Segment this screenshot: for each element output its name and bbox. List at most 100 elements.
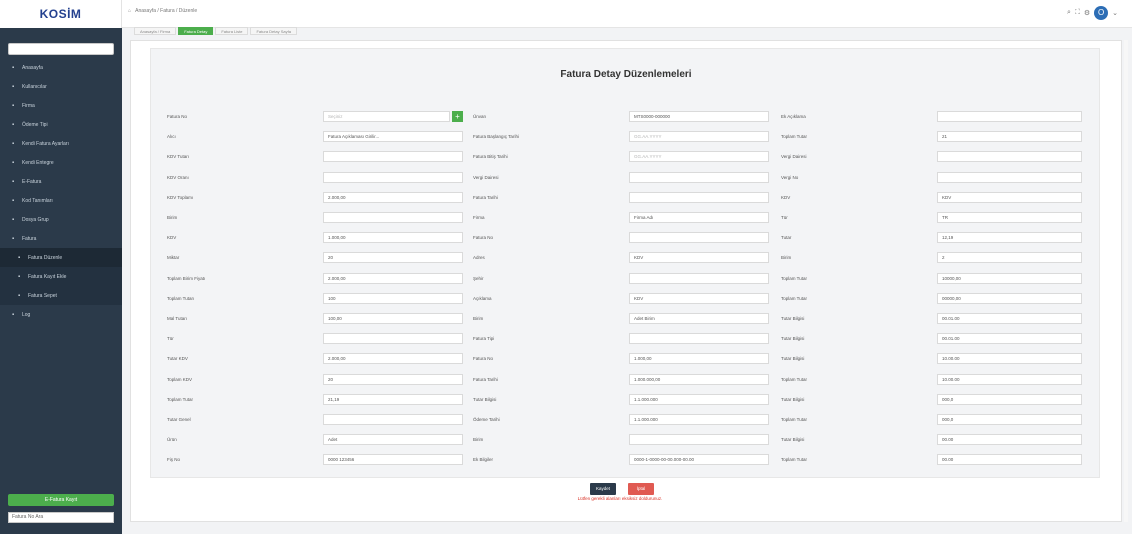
field-label: Miktar [167, 255, 180, 261]
form-input[interactable]: 10.00.00 [937, 353, 1082, 365]
form-input[interactable]: MTS0000-000000 [629, 111, 769, 122]
form-input[interactable]: 10.00.00 [937, 373, 1082, 385]
tab[interactable]: Fatura Detay [178, 27, 214, 35]
form-input[interactable]: 1.1.000.000 [629, 393, 769, 405]
sidebar-item[interactable]: ▪ Kullanıcılar [0, 77, 122, 96]
chevron-down-icon[interactable]: ⌄ [1112, 9, 1118, 17]
warning-text: Lütfen gerekli alanları eksiksiz dolduru… [577, 496, 663, 501]
cancel-button[interactable]: İptal [628, 483, 654, 495]
tab[interactable]: Anasayfa / Firma [134, 27, 177, 35]
form-input[interactable]: 1.000.000,00 [629, 373, 769, 385]
form-input[interactable]: Fatura Açıklaması Girilir... [323, 131, 463, 143]
sidebar-item[interactable]: ▪ Kod Tanımları [0, 191, 122, 210]
sidebar-bottom-input[interactable]: Fatura No Ara [8, 512, 114, 523]
sidebar-item[interactable]: ▪ E-Fatura [0, 172, 122, 191]
sidebar-item[interactable]: ▪ Fatura [0, 229, 122, 248]
form-input[interactable]: 0000 123456 [323, 454, 463, 466]
form-input[interactable]: Adet [323, 434, 463, 446]
form-input[interactable] [629, 191, 769, 203]
fullscreen-icon[interactable]: ⛶ [1075, 9, 1080, 17]
tab[interactable]: Fatura Liste [215, 27, 249, 35]
form-input[interactable]: 2 [937, 252, 1082, 264]
home-icon[interactable]: ⌂ [128, 8, 131, 14]
form-input[interactable]: KDV [629, 292, 769, 304]
form-input[interactable]: 100,00 [323, 313, 463, 324]
form-input[interactable]: 0000-1-0000-00-00.000-00.00 [629, 454, 769, 466]
form-input[interactable]: Firma Adı [629, 212, 769, 223]
form-input[interactable]: Seçiniz [323, 111, 450, 122]
form-input[interactable] [629, 434, 769, 446]
field-label: Toplam Birim Fiyatı [167, 275, 206, 281]
form-input[interactable] [323, 414, 463, 425]
tab[interactable]: Fatura Detay Sayfa [250, 27, 297, 35]
sidebar-item[interactable]: ▪ Log [0, 305, 122, 324]
form-input[interactable] [937, 171, 1082, 183]
sidebar-item[interactable]: ▪ Fatura Düzenle [0, 248, 122, 267]
form-input[interactable] [629, 171, 769, 183]
form-input[interactable]: TR [937, 212, 1082, 223]
form-input[interactable]: 00.01.00 [937, 313, 1082, 324]
save-button[interactable]: Kaydet [590, 483, 616, 495]
field-label: KDV Oranı [167, 174, 189, 180]
sidebar-item[interactable]: ▪ Firma [0, 96, 122, 115]
form-input[interactable] [629, 232, 769, 244]
field-label: Ürün [167, 437, 177, 443]
form-input[interactable]: 00000,00 [937, 292, 1082, 304]
sidebar-item[interactable]: ▪ Ödeme Tipi [0, 115, 122, 134]
field-label: Tutar [781, 235, 792, 241]
form-input[interactable] [937, 151, 1082, 163]
search-icon[interactable]: ⌕ [1067, 9, 1071, 17]
form-input[interactable]: 2.000,00 [323, 353, 463, 365]
sidebar-item-label: Ödeme Tipi [22, 121, 48, 128]
sidebar-item[interactable]: ▪ Fatura Sepet [0, 286, 122, 305]
form-input[interactable] [323, 333, 463, 345]
sidebar-item[interactable]: ▪ Fatura Kayıt Ekle [0, 267, 122, 286]
menu-icon: ▪ [12, 235, 15, 242]
form-input[interactable]: 00.01.00 [937, 333, 1082, 345]
sidebar-item[interactable]: ▪ Kendi Fatura Ayarları [0, 134, 122, 153]
form-input[interactable]: 1.000,00 [323, 232, 463, 244]
form-input[interactable]: 2.000,00 [323, 191, 463, 203]
form-input[interactable]: 20 [323, 252, 463, 264]
sidebar-item-label: Log [22, 311, 31, 318]
form-input[interactable]: 00.00 [937, 434, 1082, 446]
form-input[interactable] [629, 272, 769, 284]
sidebar-item[interactable]: ▪ Kendi Entegre [0, 153, 122, 172]
sidebar-item-label: Kod Tanımları [22, 197, 53, 204]
form-input[interactable]: 000,0 [937, 393, 1082, 405]
field-label: Fiş No [167, 457, 181, 463]
form-input[interactable]: 2.000,00 [323, 272, 463, 284]
sidebar-item[interactable]: ▪ Anasayfa [0, 58, 122, 77]
form-input[interactable]: 12,19 [937, 232, 1082, 244]
form-input[interactable] [323, 171, 463, 183]
form-input[interactable] [937, 111, 1082, 122]
form-input[interactable] [323, 212, 463, 223]
sidebar-bottom-button[interactable]: E-Fatura Kayıt [8, 494, 114, 506]
avatar[interactable]: O [1094, 6, 1109, 20]
form-input[interactable] [323, 151, 463, 163]
sidebar-item-label: Dosya Grup [22, 216, 49, 223]
form-input[interactable]: 10000,00 [937, 272, 1082, 284]
form-input[interactable]: GG.AA.YYYY [629, 131, 769, 143]
field-label: KDV Toplamı [167, 194, 194, 200]
form-input[interactable] [629, 333, 769, 345]
settings-icon[interactable]: ⚙ [1084, 9, 1090, 17]
form-input[interactable]: 1.000,00 [629, 353, 769, 365]
scrollbar[interactable] [1124, 40, 1128, 522]
logo[interactable]: KOSİM [40, 7, 82, 21]
form-input[interactable]: 21,19 [323, 393, 463, 405]
form-input[interactable]: 1.1.000.000 [629, 414, 769, 425]
form-input[interactable]: Adet Birim [629, 313, 769, 324]
form-input[interactable]: 21 [937, 131, 1082, 143]
add-icon[interactable]: + [452, 111, 463, 122]
form-input[interactable]: 000,0 [937, 414, 1082, 425]
sidebar-item[interactable]: ▪ Dosya Grup [0, 210, 122, 229]
form-input[interactable]: KDV [937, 191, 1082, 203]
form-input[interactable]: GG.AA.YYYY [629, 151, 769, 163]
sidebar-search-input[interactable] [8, 43, 114, 55]
form-input[interactable]: 00.00 [937, 454, 1082, 466]
form-input[interactable]: KDV [629, 252, 769, 264]
field-label: Vergi Dairesi [781, 154, 807, 160]
form-input[interactable]: 20 [323, 373, 463, 385]
form-input[interactable]: 100 [323, 292, 463, 304]
